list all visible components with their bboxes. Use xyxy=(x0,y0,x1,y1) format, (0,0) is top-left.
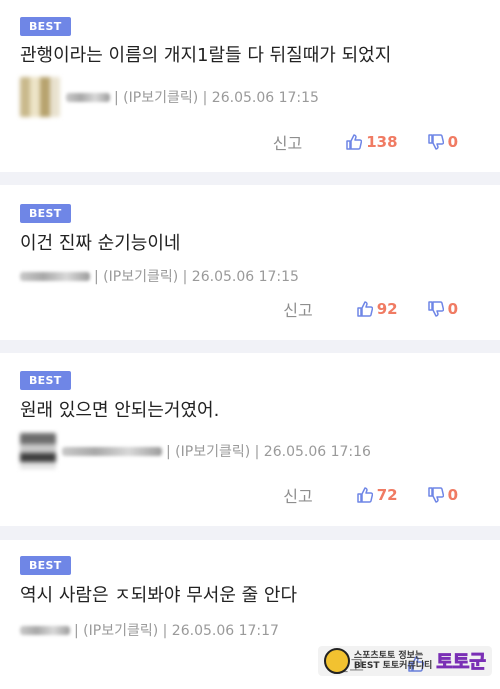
like-count: 72 xyxy=(376,486,398,504)
comment-text: 역시 사람은 ㅈ되봐야 무서운 줄 안다 xyxy=(20,585,298,606)
comment-item: BEST 원래 있으면 안되는거였어. | (IP보기클릭) | 26.05.0… xyxy=(0,353,500,526)
comment-actions: 신고 72 0 xyxy=(283,483,458,507)
thumbs-up-icon xyxy=(356,301,373,317)
site-watermark: 스포츠토토 정보는 BEST 토토커뮤니티 토토군 xyxy=(317,646,492,676)
comment-meta: | (IP보기클릭) | 26.05.06 17:16 xyxy=(20,429,371,473)
comment-item: BEST 관행이라는 이름의 개지1랄들 다 뒤질때가 되었지 | (IP보기클… xyxy=(0,0,500,172)
dislike-count: 0 xyxy=(447,486,458,504)
best-badge: BEST xyxy=(20,17,71,36)
author-nickname-blurred[interactable] xyxy=(66,92,110,102)
comment-meta: | (IP보기클릭) | 26.05.06 17:15 xyxy=(20,77,319,117)
report-button[interactable]: 신고 xyxy=(273,130,302,154)
like-button[interactable]: 92 xyxy=(356,300,398,318)
comment-actions: 신고 92 0 xyxy=(283,297,458,321)
author-meta-text[interactable]: | (IP보기클릭) | 26.05.06 17:16 xyxy=(166,441,371,461)
report-button[interactable]: 신고 xyxy=(283,483,312,507)
watermark-text: 스포츠토토 정보는 BEST 토토커뮤니티 xyxy=(354,651,432,671)
thumbs-down-icon xyxy=(427,134,444,150)
comment-list: BEST 관행이라는 이름의 개지1랄들 다 뒤질때가 되었지 | (IP보기클… xyxy=(0,0,500,689)
watermark-brand: 토토군 xyxy=(436,652,487,674)
comment-text: 원래 있으면 안되는거였어. xyxy=(20,400,220,421)
like-count: 92 xyxy=(376,300,398,318)
dislike-button[interactable]: 0 xyxy=(427,486,458,504)
author-nickname-blurred[interactable] xyxy=(20,271,90,281)
avatar[interactable] xyxy=(20,77,60,117)
thumbs-down-icon xyxy=(427,301,444,317)
avatar[interactable] xyxy=(20,433,56,469)
report-button[interactable]: 신고 xyxy=(283,297,312,321)
thumbs-up-icon xyxy=(356,487,373,503)
comment-item: BEST 이건 진짜 순기능이네 | (IP보기클릭) | 26.05.06 1… xyxy=(0,185,500,340)
watermark-line1: 스포츠토토 정보는 xyxy=(353,651,424,661)
watermark-line2: BEST 토토커뮤니티 xyxy=(353,661,433,671)
author-meta-text[interactable]: | (IP보기클릭) | 26.05.06 17:17 xyxy=(74,620,279,640)
author-nickname-blurred[interactable] xyxy=(20,625,70,635)
thumbs-up-icon xyxy=(346,134,363,150)
comment-actions: 신고 138 0 xyxy=(273,130,458,154)
mascot-icon xyxy=(323,648,350,674)
best-badge: BEST xyxy=(20,556,71,575)
like-button[interactable]: 72 xyxy=(356,486,398,504)
comment-meta: | (IP보기클릭) | 26.05.06 17:17 xyxy=(20,615,279,645)
comment-text: 관행이라는 이름의 개지1랄들 다 뒤질때가 되었지 xyxy=(20,45,392,66)
best-badge: BEST xyxy=(20,371,71,390)
thumbs-down-icon xyxy=(427,487,444,503)
dislike-button[interactable]: 0 xyxy=(427,300,458,318)
dislike-count: 0 xyxy=(447,300,458,318)
dislike-count: 0 xyxy=(447,133,458,151)
comment-text: 이건 진짜 순기능이네 xyxy=(20,233,181,254)
author-meta-text[interactable]: | (IP보기클릭) | 26.05.06 17:15 xyxy=(94,266,299,286)
like-button[interactable]: 138 xyxy=(346,133,398,151)
author-meta-text[interactable]: | (IP보기클릭) | 26.05.06 17:15 xyxy=(114,87,319,107)
comment-meta: | (IP보기클릭) | 26.05.06 17:15 xyxy=(20,261,299,291)
author-nickname-blurred[interactable] xyxy=(62,446,162,456)
best-badge: BEST xyxy=(20,204,71,223)
like-count: 138 xyxy=(366,133,398,151)
dislike-button[interactable]: 0 xyxy=(427,133,458,151)
